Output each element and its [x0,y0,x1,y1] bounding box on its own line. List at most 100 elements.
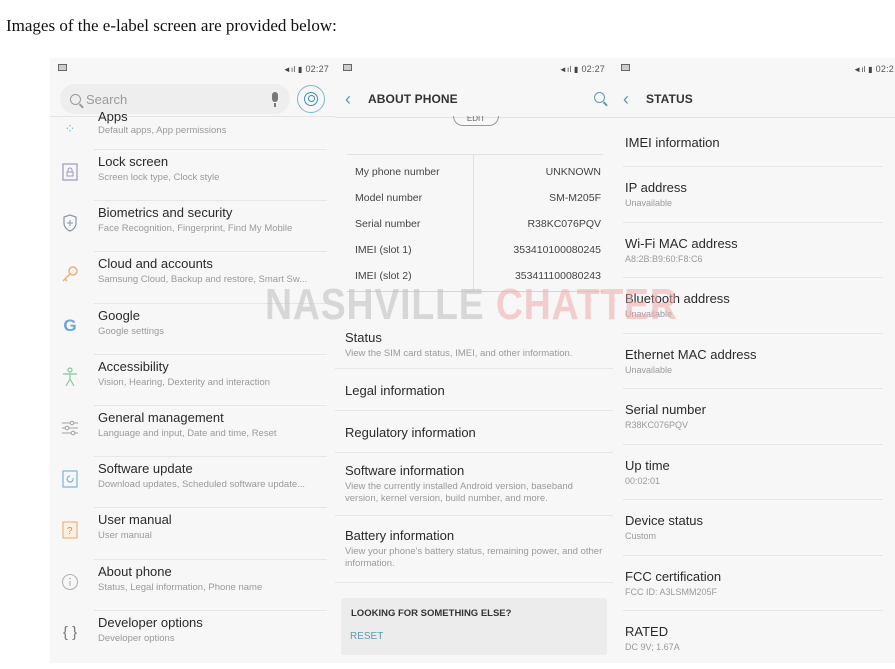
settings-item-accessibility[interactable]: Accessibility Vision, Hearing, Dexterity… [50,355,337,406]
page-title: STATUS [646,92,693,106]
settings-item-biometrics[interactable]: Biometrics and security Face Recognition… [50,201,337,253]
status-item-title: IMEI information [625,135,720,150]
status-time: 02:2 [875,64,894,74]
status-item-value: Unavailable [625,198,673,208]
settings-item-subtitle: Language and input, Date and time, Reset [98,427,277,439]
status-item-title: Ethernet MAC address [625,346,757,362]
settings-item-subtitle: Status, Legal information, Phone name [98,581,263,593]
microphone-icon[interactable] [272,92,278,107]
settings-item-general-management[interactable]: General management Language and input, D… [50,406,337,458]
about-item-regulatory[interactable]: Regulatory information [335,411,613,453]
info-icon [60,572,80,592]
settings-item-subtitle: Google settings [98,325,165,337]
settings-item-developer-options[interactable]: { } Developer options Developer options [50,611,337,662]
about-item-title: Regulatory information [345,425,476,440]
settings-item-cloud-accounts[interactable]: Cloud and accounts Samsung Cloud, Backup… [50,252,337,304]
device-info-table: My phone number UNKNOWN Model number SM-… [347,154,603,292]
status-item-imei[interactable]: IMEI information [623,121,883,167]
settings-item-title: About phone [98,563,172,579]
status-bar: ◄ıl ▮ 02:27 [335,58,613,80]
settings-item-title: Software update [98,461,193,477]
page-title: ABOUT PHONE [368,92,458,106]
settings-item-subtitle: User manual [98,530,152,542]
status-item-title: FCC certification [625,568,722,584]
status-item-ethernet-mac: Ethernet MAC address Unavailable [623,334,883,389]
status-item-title: Serial number [625,402,706,417]
back-icon[interactable]: ‹ [345,89,351,110]
settings-item-title: Cloud and accounts [98,256,213,272]
about-item-legal[interactable]: Legal information [335,369,613,411]
settings-item-title: Accessibility [98,358,169,374]
svg-text:?: ? [67,526,73,537]
back-icon[interactable]: ‹ [623,89,629,110]
about-item-title: Battery information [345,528,455,543]
settings-item-title: Biometrics and security [98,205,233,221]
about-item-subtitle: View your phone's battery status, remain… [345,546,603,569]
braces-icon: { } [62,624,78,642]
gallery-notification-icon [58,64,67,71]
info-value: R38KC076PQV [527,218,601,230]
status-item-title: Device status [625,513,704,528]
status-item-title: Bluetooth address [625,291,730,306]
intro-text: Images of the e-label screen are provide… [6,16,337,35]
search-icon[interactable] [594,92,605,103]
status-item-ip-address: IP address Unavailable [623,167,883,223]
status-time: 02:27 [305,64,329,74]
shield-icon [60,213,80,233]
about-item-title: Software information [345,463,465,478]
app-bar: ‹ STATUS [613,80,895,118]
about-phone-screen: ◄ıl ▮ 02:27 ‹ ABOUT PHONE EDIT My phone n… [335,58,613,663]
settings-item-google[interactable]: G Google Google settings [50,304,337,355]
status-list: IMEI information IP address Unavailable … [613,121,895,663]
status-item-fcc-certification[interactable]: FCC certification FCC ID: A3LSMM205F [623,556,883,611]
info-key: Model number [355,192,423,204]
settings-item-software-update[interactable]: Software update Download updates, Schedu… [50,457,337,509]
account-icon [304,92,318,106]
status-bar: ◄ıl ▮ 02:2 [613,58,895,80]
settings-item-subtitle: Developer options [98,632,175,644]
status-item-device-status: Device status Custom [623,500,883,556]
settings-item-user-manual[interactable]: ? User manual User manual [50,508,337,560]
reset-link[interactable]: RESET [350,631,383,642]
status-screen: ◄ıl ▮ 02:2 ‹ STATUS IMEI information IP a… [613,58,895,663]
about-item-status[interactable]: Status View the SIM card status, IMEI, a… [335,326,613,369]
settings-item-about-phone[interactable]: About phone Status, Legal information, P… [50,560,337,611]
about-item-battery-info[interactable]: Battery information View your phone's ba… [335,516,613,583]
card-heading: LOOKING FOR SOMETHING ELSE? [351,608,512,619]
info-row: My phone number UNKNOWN [355,166,603,192]
settings-item-title: General management [98,409,224,425]
settings-item-subtitle: Vision, Hearing, Dexterity and interacti… [98,376,270,388]
edit-button[interactable]: EDIT [453,116,499,126]
info-value: SM-M205F [549,192,601,204]
settings-item-title: Developer options [98,614,203,630]
status-item-title: Wi-Fi MAC address [625,235,738,251]
status-item-value: A8:2B:B9:60:F8:C6 [625,253,703,264]
status-item-value: DC 9V; 1.67A [625,642,680,652]
about-item-title: Legal information [345,383,445,398]
settings-item-title: Google [98,307,140,323]
signal-battery-icon: ◄ıl ▮ [558,65,579,74]
settings-item-title: Lock screen [98,154,169,169]
apps-icon: ⁘ [64,121,76,136]
settings-item-title: User manual [98,512,172,528]
info-row: IMEI (slot 1) 353410100080245 [355,244,603,270]
status-item-bluetooth: Bluetooth address Unavailable [623,278,883,334]
status-item-serial-number: Serial number R38KC076PQV [623,389,883,445]
settings-item-lock-screen[interactable]: Lock screen Screen lock type, Clock styl… [50,150,337,202]
divider [347,291,603,292]
status-item-wifi-mac: Wi-Fi MAC address A8:2B:B9:60:F8:C6 [623,223,883,278]
status-item-up-time: Up time 00:02:01 [623,445,883,500]
signal-battery-icon: ◄ıl ▮ [282,65,303,74]
status-item-title: RATED [625,624,669,639]
status-item-value: Unavailable [625,364,673,375]
status-item-rated: RATED DC 9V; 1.67A [623,611,883,663]
about-item-software-info[interactable]: Software information View the currently … [335,453,613,516]
status-item-title: IP address [625,180,687,195]
about-item-subtitle: View the SIM card status, IMEI, and othe… [345,348,573,359]
settings-item-subtitle: Default apps, App permissions [98,125,227,136]
settings-item-apps[interactable]: ⁘ Apps Default apps, App permissions [50,107,337,150]
info-key: My phone number [355,166,440,178]
help-icon: ? [60,520,80,540]
gallery-notification-icon [621,64,630,71]
status-time: 02:27 [581,64,605,74]
